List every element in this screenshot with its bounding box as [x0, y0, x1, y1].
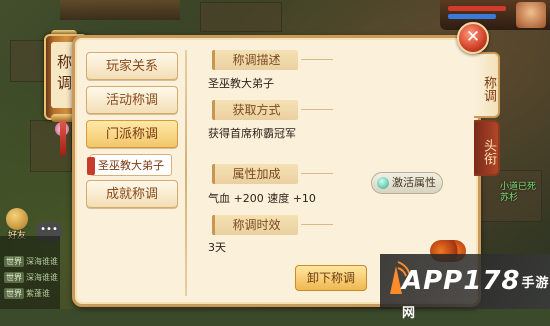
- obtain-method-value: 获得首席称霸冠军: [208, 127, 296, 140]
- nearby-player-name: 小道已死: [500, 182, 537, 192]
- tassel-decoration: [60, 120, 66, 156]
- watermark-text: APP178手游网: [402, 266, 550, 326]
- tab-titles[interactable]: 称调: [474, 52, 500, 118]
- menu-activity-titles[interactable]: 活动称调: [86, 86, 178, 114]
- nearby-player-name: 苏杉: [500, 193, 519, 203]
- section-heading-attributes: 属性加成: [212, 164, 333, 184]
- activate-attribute-label: 激活属性: [392, 176, 436, 189]
- section-heading-obtain: 获取方式: [212, 100, 333, 120]
- title-duration-value: 3天: [208, 241, 226, 254]
- chat-panel[interactable]: 世界 深海谁谁 世界 深海谁谁 世界 紫蓬谁: [0, 236, 60, 309]
- top-left-hud: [60, 0, 180, 20]
- remove-title-button[interactable]: 卸下称调: [295, 265, 367, 291]
- tab-rank[interactable]: 头衔: [474, 120, 500, 176]
- selected-ribbon-icon: [87, 157, 95, 175]
- menu-sect-titles[interactable]: 门派称调: [86, 120, 178, 148]
- player-status-hud[interactable]: [440, 0, 550, 30]
- title-description-value: 圣巫教大弟子: [208, 77, 274, 90]
- watermark-brand: APP178: [402, 266, 521, 296]
- nearby-player-names: 小道已死 苏杉: [500, 182, 536, 204]
- section-heading-duration: 称调时效: [212, 215, 333, 235]
- menu-achievement-titles[interactable]: 成就称调: [86, 180, 178, 208]
- site-watermark: APP178手游网: [380, 254, 550, 321]
- close-button[interactable]: ✕: [457, 22, 489, 54]
- section-heading-description: 称调描述: [212, 50, 333, 70]
- menu-player-relations[interactable]: 玩家关系: [86, 52, 178, 80]
- sect-title-item[interactable]: 圣巫教大弟子: [87, 154, 172, 176]
- chat-line: 世界 深海谁谁: [4, 272, 58, 283]
- sect-title-item-label: 圣巫教大弟子: [98, 159, 164, 172]
- activate-radio-icon: [377, 177, 389, 189]
- player-avatar[interactable]: [516, 2, 546, 28]
- close-icon: ✕: [465, 27, 481, 47]
- chat-line: 世界 紫蓬谁: [4, 288, 50, 299]
- friends-icon[interactable]: [6, 208, 28, 230]
- hp-bar: [448, 6, 506, 11]
- chat-line: 世界 深海谁谁: [4, 256, 58, 267]
- attribute-bonus-value: 气血 +200 速度 +10: [208, 192, 316, 205]
- mp-bar: [448, 14, 496, 19]
- panel-divider: [185, 50, 187, 296]
- activate-attribute-button[interactable]: 激活属性: [371, 172, 443, 194]
